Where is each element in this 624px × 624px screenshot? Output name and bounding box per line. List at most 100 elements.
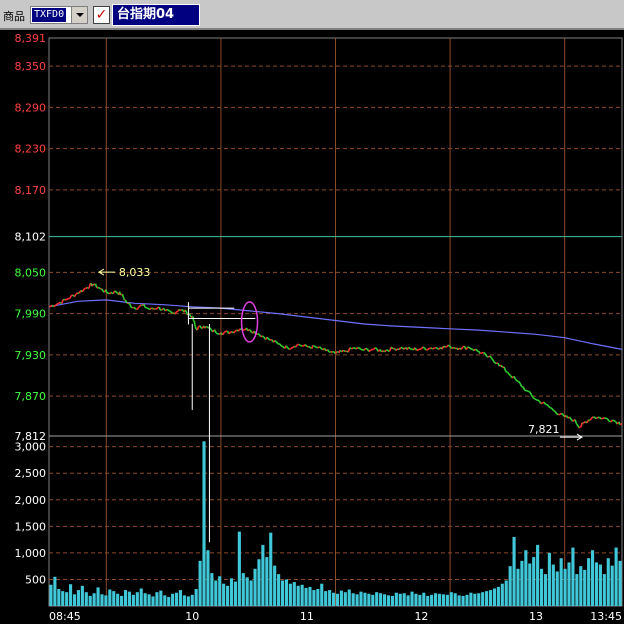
price-segment: [505, 370, 508, 373]
grid-lines: [48, 37, 623, 607]
price-segment: [136, 306, 140, 310]
y-tick-label: 1,000: [15, 547, 47, 560]
price-segment: [355, 347, 359, 350]
price-segment: [205, 325, 208, 328]
volume-bar: [237, 531, 241, 606]
volume-bar: [406, 595, 410, 606]
volume-bar: [331, 592, 336, 606]
y-tick-label: 2,000: [15, 494, 47, 507]
price-segment: [580, 425, 582, 428]
price-segment: [580, 422, 583, 427]
price-segment: [150, 307, 154, 310]
price-segment: [475, 348, 478, 352]
volume-bar: [343, 592, 347, 606]
volume-bar: [131, 594, 135, 606]
volume-bar: [504, 580, 508, 606]
volume-bar: [441, 594, 445, 606]
price-segment: [158, 306, 162, 311]
price-segment: [490, 357, 494, 361]
volume-bar: [335, 593, 340, 606]
price-segment: [410, 348, 413, 351]
volume-bar: [449, 592, 453, 606]
symbol-combobox[interactable]: TXFD0: [30, 6, 88, 24]
price-segment: [129, 303, 132, 308]
volume-bar: [414, 593, 418, 606]
y-tick-label: 1,500: [15, 520, 47, 533]
toolbar: 商品 TXFD0 ✓ 台指期04: [0, 0, 624, 30]
volume-bar: [288, 583, 292, 606]
price-segment: [168, 310, 172, 313]
volume-bar: [241, 573, 245, 606]
price-segment: [175, 310, 178, 313]
volume-bar: [473, 593, 477, 606]
volume-bar: [563, 568, 567, 606]
price-segment: [443, 345, 446, 348]
price-segment: [213, 329, 217, 334]
price-segment: [390, 346, 394, 350]
x-tick-label: 08:45: [49, 610, 81, 623]
price-segment: [427, 347, 430, 351]
price-segment: [522, 386, 526, 391]
price-segment: [115, 291, 118, 294]
price-segment: [304, 344, 308, 348]
price-segment: [586, 419, 590, 424]
price-segment: [81, 288, 85, 293]
price-segment: [88, 283, 91, 289]
price-segment: [147, 307, 150, 310]
price-segment: [170, 311, 173, 314]
y-tick-label: 7,930: [15, 349, 47, 362]
volume-bar: [363, 592, 367, 606]
price-segment: [476, 350, 480, 353]
volume-bar: [547, 552, 551, 606]
volume-bar: [269, 532, 273, 606]
price-segment: [98, 287, 102, 290]
price-segment: [110, 291, 113, 294]
price-segment: [75, 292, 79, 295]
volume-bar: [481, 592, 485, 606]
volume-bar: [120, 595, 124, 606]
volume-bar: [618, 560, 622, 606]
volume-bar: [418, 594, 422, 606]
price-segment: [592, 416, 596, 419]
price-segment: [422, 346, 426, 349]
price-segment: [468, 346, 472, 350]
price-segment: [489, 355, 493, 359]
price-segment: [319, 346, 322, 349]
price-segment: [384, 349, 387, 353]
price-segment: [416, 348, 419, 352]
volume-bar: [300, 584, 304, 606]
checkbox-icon[interactable]: ✓: [93, 6, 110, 24]
price-segment: [221, 332, 225, 336]
price-segment: [258, 333, 262, 338]
volume-bar: [171, 593, 175, 606]
price-segment: [360, 348, 363, 351]
volume-bar: [273, 565, 277, 606]
volume-bar: [65, 592, 69, 606]
price-segment: [432, 347, 435, 350]
price-segment: [546, 404, 550, 408]
volume-bar: [402, 593, 406, 606]
volume-bar: [339, 590, 343, 606]
price-segment: [419, 347, 422, 350]
price-segment: [114, 290, 117, 293]
volume-bar: [379, 593, 383, 606]
price-segment: [122, 297, 126, 301]
volume-bar: [178, 590, 183, 606]
volume-bar: [324, 591, 328, 606]
volume-bar: [265, 557, 269, 606]
volume-bar: [174, 592, 179, 606]
volume-bar: [422, 592, 426, 606]
price-segment: [174, 311, 177, 315]
price-segment: [386, 349, 389, 352]
volume-bar: [226, 585, 230, 606]
volume-bar: [80, 585, 84, 606]
volume-bar: [426, 595, 430, 606]
chevron-down-icon[interactable]: [71, 7, 87, 23]
volume-bar: [500, 583, 504, 606]
volume-bar: [516, 568, 520, 606]
price-segment: [543, 401, 547, 405]
volume-bar: [312, 590, 316, 606]
volume-bar: [88, 595, 92, 606]
price-segment: [607, 418, 610, 422]
price-segment: [326, 349, 330, 353]
